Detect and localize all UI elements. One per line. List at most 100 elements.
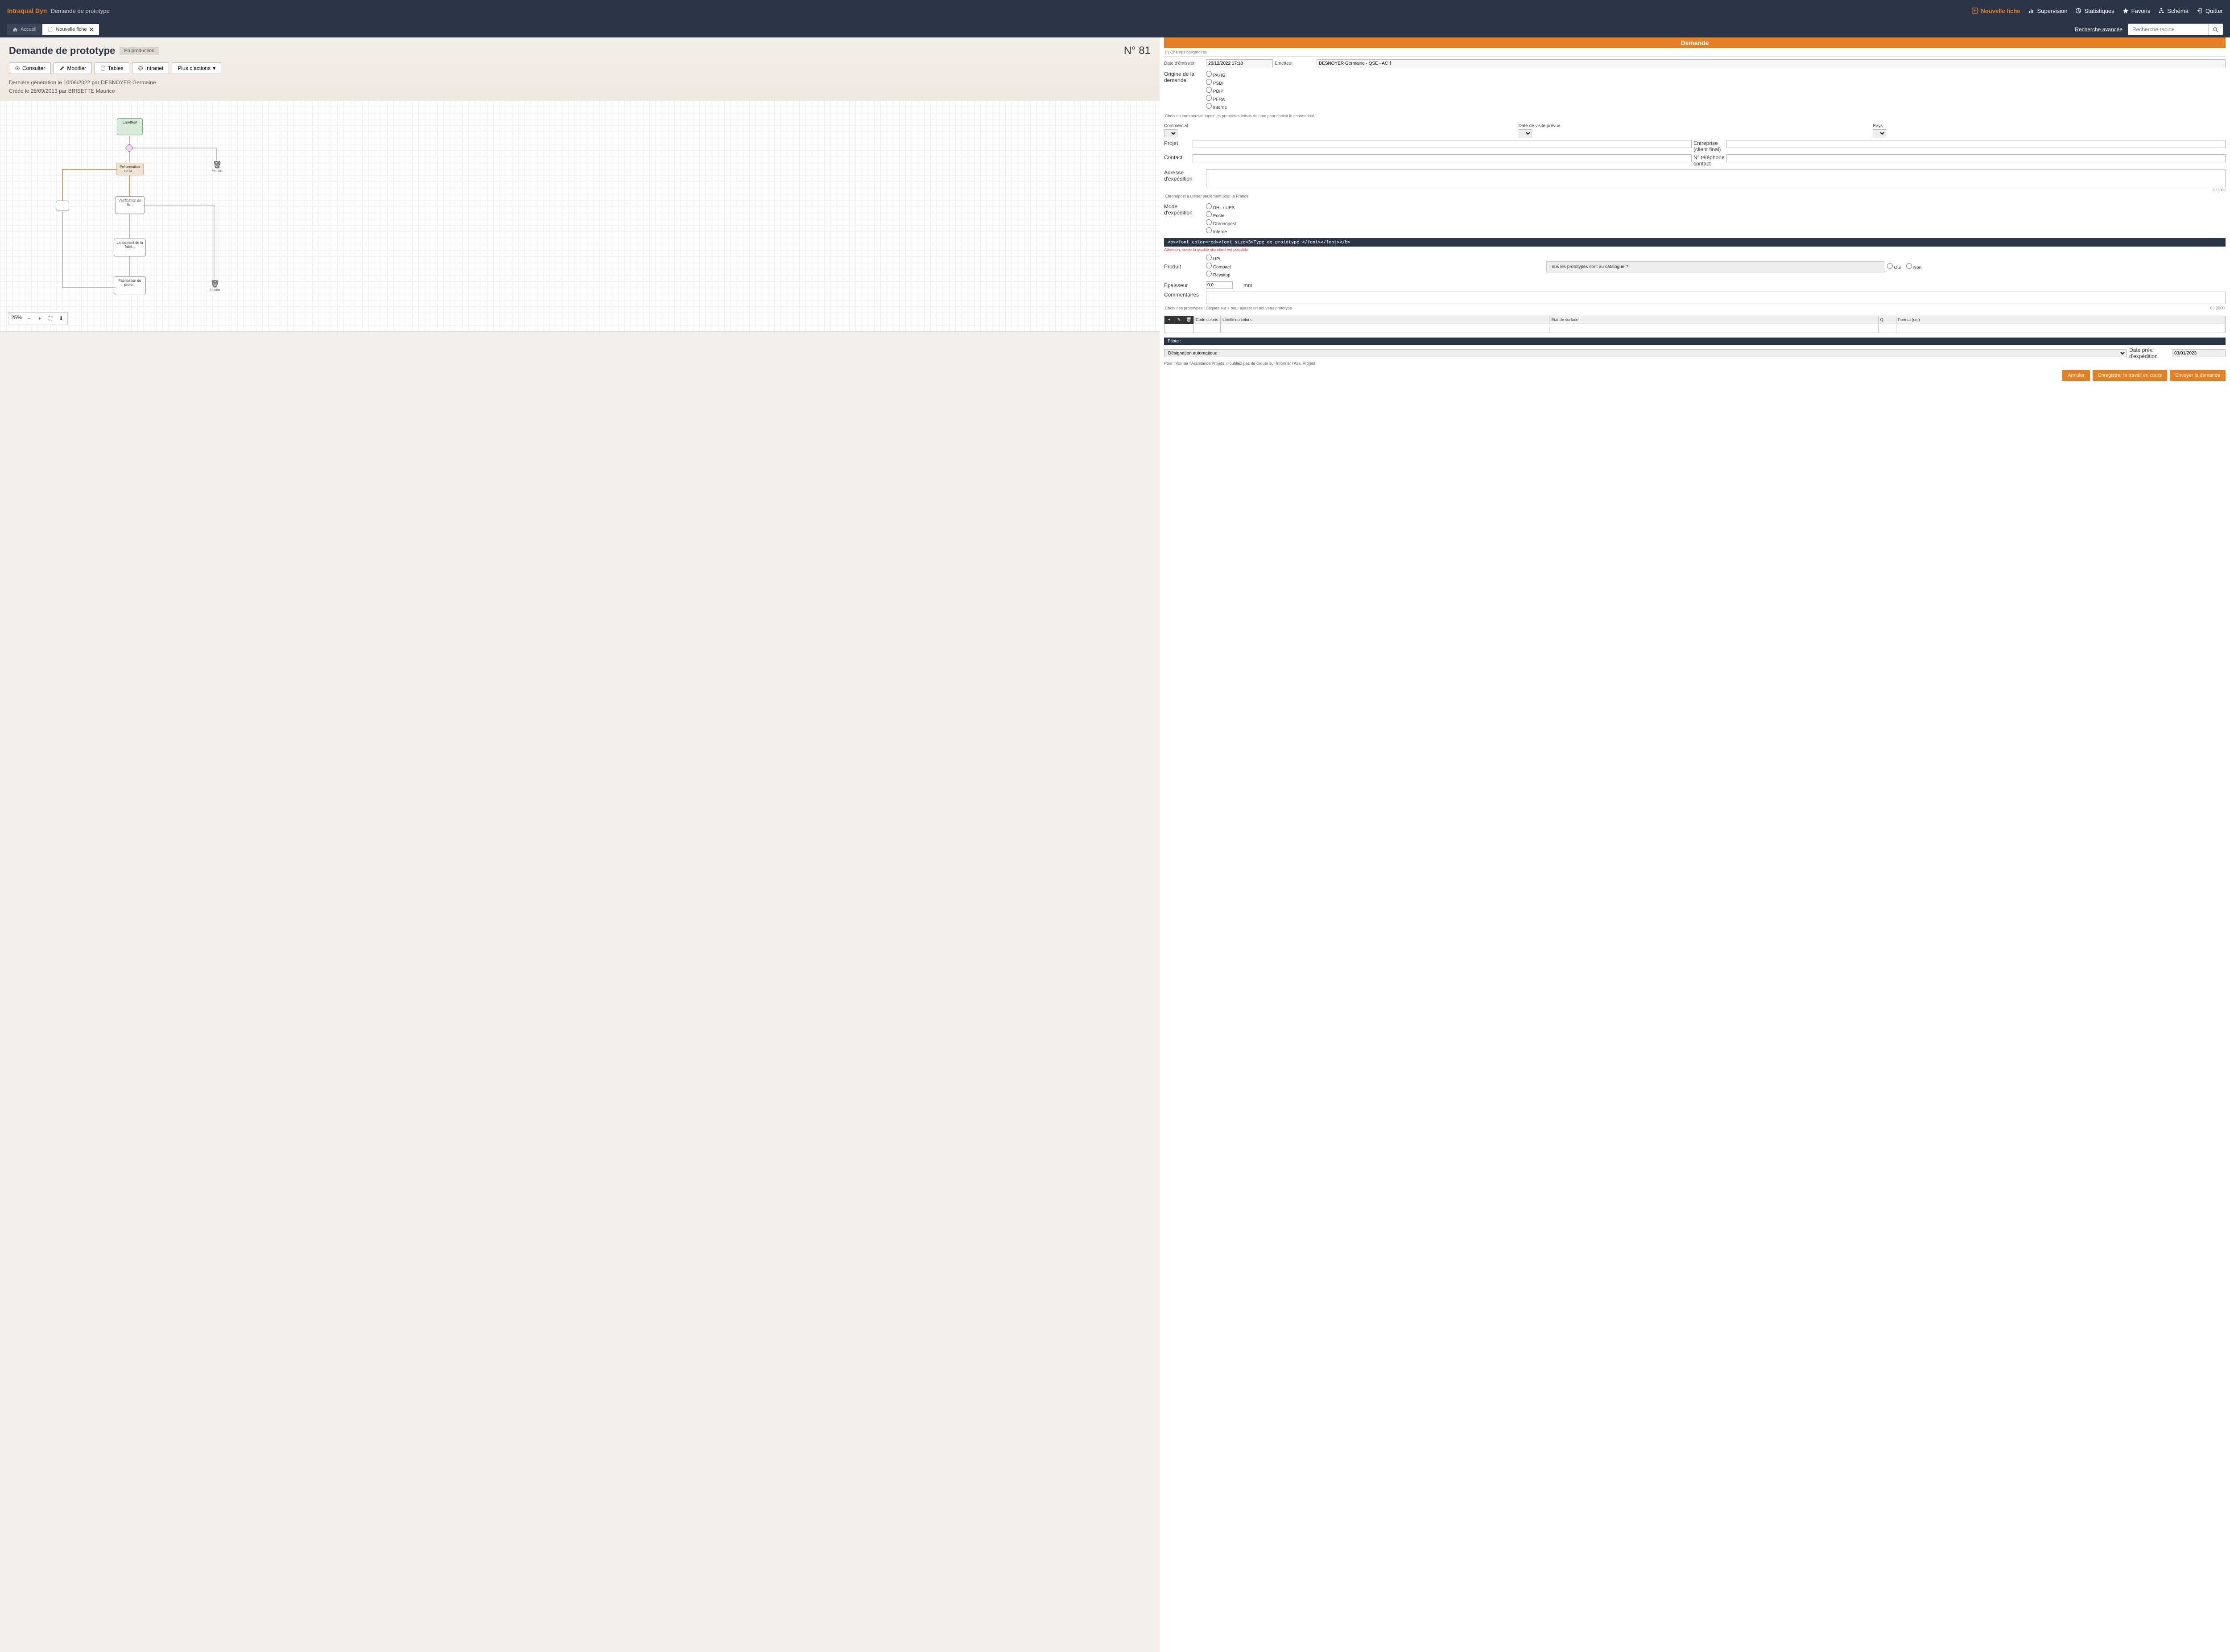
pie-chart-icon bbox=[2075, 8, 2081, 14]
question-catalogue: Tous les prototypes sont au catalogue ? bbox=[1546, 261, 1885, 272]
plus-icon bbox=[1972, 8, 1978, 14]
tab-nouvelle-fiche[interactable]: Nouvelle fiche ✕ bbox=[42, 24, 99, 35]
nav-statistiques-label: Statistiques bbox=[2084, 8, 2114, 14]
star-icon bbox=[2123, 8, 2129, 14]
database-icon bbox=[100, 66, 106, 71]
zoom-out-button[interactable]: − bbox=[25, 314, 33, 323]
globe-icon bbox=[138, 66, 143, 71]
table-delete-button[interactable]: 🗑 bbox=[1184, 316, 1194, 324]
consulter-label: Consulter bbox=[22, 65, 45, 71]
search-icon bbox=[2213, 27, 2218, 33]
nav-favoris-label: Favoris bbox=[2131, 8, 2151, 14]
mode-expedition-label: Mode d'expédition bbox=[1164, 203, 1204, 235]
origine-radio-interne[interactable]: Interne bbox=[1206, 103, 2226, 111]
document-title: Demande de prototype bbox=[9, 45, 115, 57]
adresse-counter: 0 / 2000 bbox=[1164, 188, 2226, 192]
envoyer-button[interactable]: Envoyer la demande bbox=[2170, 370, 2226, 381]
catalogue-radio-oui[interactable]: Oui bbox=[1887, 263, 1901, 270]
tab-active-label: Nouvelle fiche bbox=[56, 27, 87, 32]
pays-select[interactable] bbox=[1873, 129, 1886, 137]
proto-section-header: <b><font color=red><font size=3>Type de … bbox=[1164, 238, 2226, 247]
nav-quitter[interactable]: Quitter bbox=[2197, 8, 2223, 14]
mode-radio-dhl[interactable]: DHL / UPS bbox=[1206, 203, 2226, 211]
nav-quitter-label: Quitter bbox=[2205, 8, 2223, 14]
proto-counter: 0 / 2000 bbox=[2210, 306, 2225, 311]
pencil-icon bbox=[59, 66, 65, 71]
advanced-search-link[interactable]: Recherche avancée bbox=[2075, 26, 2123, 33]
origine-radio-pdip[interactable]: PDIP bbox=[1206, 87, 2226, 95]
eye-icon bbox=[15, 66, 20, 71]
status-badge: En production bbox=[120, 47, 159, 55]
emetteur-field[interactable] bbox=[1317, 59, 2226, 67]
projet-label: Projet bbox=[1164, 140, 1191, 146]
fit-screen-button[interactable]: ⛶ bbox=[47, 314, 54, 323]
adresse-label: Adresse d'expédition bbox=[1164, 169, 1204, 187]
meta-last-gen: Dernière génération le 10/06/2022 par DE… bbox=[9, 78, 1151, 87]
quick-search-input[interactable] bbox=[2128, 24, 2208, 35]
produit-radio-hpl[interactable]: HPL bbox=[1206, 255, 1544, 263]
date-visite-select[interactable] bbox=[1519, 129, 1532, 137]
nav-nouvelle-fiche[interactable]: Nouvelle fiche bbox=[1972, 8, 2020, 14]
enregistrer-button[interactable]: Enregistrer le travail en cours bbox=[2093, 370, 2167, 381]
commentaires-textarea[interactable] bbox=[1206, 292, 2226, 304]
origine-label: Origine de la demande bbox=[1164, 71, 1204, 111]
table-edit-button[interactable]: ✎ bbox=[1174, 316, 1184, 324]
col-libelle: Libellé du coloris bbox=[1221, 316, 1549, 324]
table-add-button[interactable]: + bbox=[1165, 316, 1174, 324]
workflow-diagram[interactable]: Emetteur Présentation de la... Vérificat… bbox=[0, 100, 1160, 332]
nav-statistiques[interactable]: Statistiques bbox=[2075, 8, 2114, 14]
chart-bar-icon bbox=[2028, 8, 2035, 14]
adresse-textarea[interactable] bbox=[1206, 169, 2226, 187]
table-row[interactable] bbox=[1164, 324, 2226, 333]
projet-input[interactable] bbox=[1193, 140, 1692, 148]
produit-label: Produit bbox=[1164, 264, 1204, 270]
commercial-select[interactable] bbox=[1164, 129, 1177, 137]
modifier-label: Modifier bbox=[67, 65, 86, 71]
commentaires-label: Commentaires bbox=[1164, 292, 1204, 304]
origine-radio-pahg[interactable]: PAHG bbox=[1206, 71, 2226, 79]
date-emission-field[interactable] bbox=[1206, 59, 1273, 67]
download-button[interactable]: ⬇ bbox=[58, 314, 65, 323]
hint-commercial: Choix du commercial; tapez les premières… bbox=[1165, 114, 2225, 119]
logout-icon bbox=[2197, 8, 2203, 14]
tables-button[interactable]: Tables bbox=[95, 62, 129, 74]
tab-accueil-label: Accueil bbox=[21, 27, 36, 32]
produit-radio-compact[interactable]: Compact bbox=[1206, 263, 1544, 271]
consulter-button[interactable]: Consulter bbox=[9, 62, 51, 74]
brand-subtitle: Demande de prototype bbox=[50, 8, 109, 14]
origine-radio-pfra[interactable]: PFRA bbox=[1206, 95, 2226, 103]
col-code: Code coloris bbox=[1194, 316, 1221, 324]
nav-favoris[interactable]: Favoris bbox=[2123, 8, 2151, 14]
nav-supervision[interactable]: Supervision bbox=[2028, 8, 2068, 14]
search-button[interactable] bbox=[2208, 24, 2223, 35]
nav-supervision-label: Supervision bbox=[2037, 8, 2068, 14]
date-prev-field[interactable] bbox=[2172, 349, 2226, 357]
tab-accueil[interactable]: Accueil bbox=[7, 24, 41, 35]
intranet-button[interactable]: Intranet bbox=[132, 62, 169, 74]
telephone-input[interactable] bbox=[1726, 154, 2226, 162]
nav-schema-label: Schéma bbox=[2167, 8, 2189, 14]
epaisseur-input[interactable] bbox=[1206, 281, 1233, 289]
contact-input[interactable] bbox=[1193, 154, 1692, 162]
epaisseur-label: Épaisseur bbox=[1164, 282, 1204, 288]
entreprise-input[interactable] bbox=[1726, 140, 2226, 148]
origine-options: PAHG PSDI PDIP PFRA Interne bbox=[1206, 71, 2226, 111]
zoom-in-button[interactable]: + bbox=[36, 314, 43, 323]
annuler-button[interactable]: Annuler bbox=[2062, 370, 2090, 381]
col-etat: État de surface bbox=[1549, 316, 1878, 324]
plus-actions-button[interactable]: Plus d'actions ▾ bbox=[172, 62, 221, 74]
date-emission-label: Date d'émission bbox=[1164, 61, 1204, 66]
pilote-select[interactable]: Désignation automatique bbox=[1164, 349, 2127, 357]
document-number: N° 81 bbox=[1124, 45, 1151, 57]
mode-radio-poste[interactable]: Poste bbox=[1206, 211, 2226, 219]
origine-radio-psdi[interactable]: PSDI bbox=[1206, 79, 2226, 87]
produit-radio-reysitop[interactable]: Reysitop bbox=[1206, 271, 1544, 279]
nav-schema[interactable]: Schéma bbox=[2158, 8, 2189, 14]
connector-lines bbox=[0, 100, 1160, 331]
mode-radio-interne[interactable]: Interne bbox=[1206, 227, 2226, 235]
proto-add-hint: Choix des prototypes : Cliquez sur + pou… bbox=[1165, 306, 1292, 311]
mode-radio-chronopost[interactable]: Chronopost bbox=[1206, 219, 2226, 227]
tab-close-button[interactable]: ✕ bbox=[90, 27, 94, 33]
modifier-button[interactable]: Modifier bbox=[54, 62, 92, 74]
catalogue-radio-non[interactable]: Non bbox=[1906, 263, 1921, 270]
